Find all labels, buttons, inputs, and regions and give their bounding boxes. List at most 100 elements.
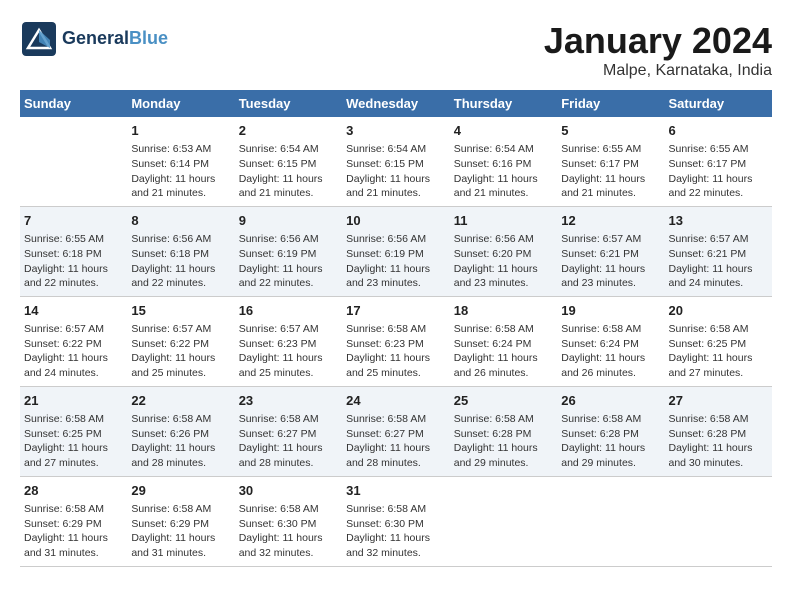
calendar-cell: 9 Sunrise: 6:56 AMSunset: 6:19 PMDaylight… [235,206,342,296]
header-thursday: Thursday [450,90,557,117]
week-row-1: 1Sunrise: 6:53 AMSunset: 6:14 PMDaylight… [20,117,772,206]
day-number: 3 [346,122,446,140]
day-number: 19 [561,302,660,320]
day-number: 29 [131,482,230,500]
calendar-cell: 3 Sunrise: 6:54 AMSunset: 6:15 PMDaylight… [342,117,450,206]
calendar-cell: 10 Sunrise: 6:56 AMSunset: 6:19 PMDayligh… [342,206,450,296]
day-info: Sunrise: 6:58 AMSunset: 6:27 PMDaylight:… [346,412,446,471]
day-info: Sunrise: 6:54 AMSunset: 6:16 PMDaylight:… [454,142,553,201]
day-number: 17 [346,302,446,320]
day-number: 7 [24,212,123,230]
calendar-cell [557,476,664,566]
calendar-cell: 4 Sunrise: 6:54 AMSunset: 6:16 PMDaylight… [450,117,557,206]
day-number: 8 [131,212,230,230]
calendar-cell: 22Sunrise: 6:58 AMSunset: 6:26 PMDayligh… [127,386,234,476]
calendar-cell: 1Sunrise: 6:53 AMSunset: 6:14 PMDaylight… [127,117,234,206]
week-row-2: 7Sunrise: 6:55 AMSunset: 6:18 PMDaylight… [20,206,772,296]
day-number: 10 [346,212,446,230]
day-number: 24 [346,392,446,410]
week-row-4: 21 Sunrise: 6:58 AMSunset: 6:25 PMDayligh… [20,386,772,476]
calendar-cell: 7Sunrise: 6:55 AMSunset: 6:18 PMDaylight… [20,206,127,296]
day-info: Sunrise: 6:58 AMSunset: 6:24 PMDaylight:… [561,322,660,381]
calendar-cell: 24 Sunrise: 6:58 AMSunset: 6:27 PMDayligh… [342,386,450,476]
header-sunday: Sunday [20,90,127,117]
day-info: Sunrise: 6:58 AMSunset: 6:29 PMDaylight:… [131,502,230,561]
calendar-cell: 29 Sunrise: 6:58 AMSunset: 6:29 PMDayligh… [127,476,234,566]
day-number: 12 [561,212,660,230]
month-title: January 2024 [544,20,772,62]
day-number: 11 [454,212,553,230]
location-subtitle: Malpe, Karnataka, India [544,62,772,80]
day-number: 5 [561,122,660,140]
calendar-cell: 16 Sunrise: 6:57 AMSunset: 6:23 PMDayligh… [235,296,342,386]
calendar-cell: 11 Sunrise: 6:56 AMSunset: 6:20 PMDayligh… [450,206,557,296]
day-number: 21 [24,392,123,410]
day-number: 28 [24,482,123,500]
page-header: GeneralBlue January 2024 Malpe, Karnatak… [20,20,772,80]
day-number: 1 [131,122,230,140]
day-info: Sunrise: 6:57 AMSunset: 6:21 PMDaylight:… [669,232,769,291]
calendar-cell [20,117,127,206]
day-info: Sunrise: 6:55 AMSunset: 6:17 PMDaylight:… [669,142,769,201]
header-saturday: Saturday [665,90,773,117]
logo-name: GeneralBlue [62,29,168,49]
day-number: 27 [669,392,769,410]
day-number: 15 [131,302,230,320]
calendar-cell: 23 Sunrise: 6:58 AMSunset: 6:27 PMDayligh… [235,386,342,476]
day-number: 22 [131,392,230,410]
day-info: Sunrise: 6:54 AMSunset: 6:15 PMDaylight:… [239,142,338,201]
calendar-cell: 25 Sunrise: 6:58 AMSunset: 6:28 PMDayligh… [450,386,557,476]
title-block: January 2024 Malpe, Karnataka, India [544,20,772,80]
day-info: Sunrise: 6:58 AMSunset: 6:29 PMDaylight:… [24,502,123,561]
day-info: Sunrise: 6:58 AMSunset: 6:30 PMDaylight:… [239,502,338,561]
day-number: 20 [669,302,769,320]
calendar-cell: 27 Sunrise: 6:58 AMSunset: 6:28 PMDayligh… [665,386,773,476]
calendar-cell: 31Sunrise: 6:58 AMSunset: 6:30 PMDayligh… [342,476,450,566]
day-number: 9 [239,212,338,230]
day-info: Sunrise: 6:58 AMSunset: 6:27 PMDaylight:… [239,412,338,471]
day-info: Sunrise: 6:58 AMSunset: 6:28 PMDaylight:… [454,412,553,471]
header-tuesday: Tuesday [235,90,342,117]
calendar-header-row: SundayMondayTuesdayWednesdayThursdayFrid… [20,90,772,117]
day-info: Sunrise: 6:54 AMSunset: 6:15 PMDaylight:… [346,142,446,201]
day-number: 6 [669,122,769,140]
day-info: Sunrise: 6:56 AMSunset: 6:19 PMDaylight:… [346,232,446,291]
day-number: 30 [239,482,338,500]
calendar-cell: 21 Sunrise: 6:58 AMSunset: 6:25 PMDayligh… [20,386,127,476]
day-info: Sunrise: 6:56 AMSunset: 6:20 PMDaylight:… [454,232,553,291]
calendar-cell: 20 Sunrise: 6:58 AMSunset: 6:25 PMDayligh… [665,296,773,386]
day-info: Sunrise: 6:56 AMSunset: 6:18 PMDaylight:… [131,232,230,291]
day-number: 23 [239,392,338,410]
week-row-5: 28 Sunrise: 6:58 AMSunset: 6:29 PMDayligh… [20,476,772,566]
day-info: Sunrise: 6:58 AMSunset: 6:25 PMDaylight:… [24,412,123,471]
day-info: Sunrise: 6:57 AMSunset: 6:22 PMDaylight:… [131,322,230,381]
logo-icon [20,20,58,58]
day-info: Sunrise: 6:56 AMSunset: 6:19 PMDaylight:… [239,232,338,291]
day-number: 26 [561,392,660,410]
day-number: 4 [454,122,553,140]
day-info: Sunrise: 6:58 AMSunset: 6:25 PMDaylight:… [669,322,769,381]
day-number: 13 [669,212,769,230]
day-number: 16 [239,302,338,320]
day-info: Sunrise: 6:58 AMSunset: 6:24 PMDaylight:… [454,322,553,381]
header-monday: Monday [127,90,234,117]
calendar-cell: 15 Sunrise: 6:57 AMSunset: 6:22 PMDayligh… [127,296,234,386]
calendar-cell: 17Sunrise: 6:58 AMSunset: 6:23 PMDayligh… [342,296,450,386]
calendar-cell: 2Sunrise: 6:54 AMSunset: 6:15 PMDaylight… [235,117,342,206]
calendar-cell: 26Sunrise: 6:58 AMSunset: 6:28 PMDayligh… [557,386,664,476]
calendar-cell: 5Sunrise: 6:55 AMSunset: 6:17 PMDaylight… [557,117,664,206]
logo: GeneralBlue [20,20,168,58]
day-info: Sunrise: 6:57 AMSunset: 6:23 PMDaylight:… [239,322,338,381]
day-info: Sunrise: 6:58 AMSunset: 6:30 PMDaylight:… [346,502,446,561]
day-number: 18 [454,302,553,320]
calendar-cell: 30 Sunrise: 6:58 AMSunset: 6:30 PMDayligh… [235,476,342,566]
calendar-cell: 13 Sunrise: 6:57 AMSunset: 6:21 PMDayligh… [665,206,773,296]
header-friday: Friday [557,90,664,117]
calendar-cell: 18 Sunrise: 6:58 AMSunset: 6:24 PMDayligh… [450,296,557,386]
calendar-cell: 8 Sunrise: 6:56 AMSunset: 6:18 PMDaylight… [127,206,234,296]
calendar-cell [450,476,557,566]
header-wednesday: Wednesday [342,90,450,117]
day-info: Sunrise: 6:58 AMSunset: 6:28 PMDaylight:… [669,412,769,471]
calendar-cell: 19 Sunrise: 6:58 AMSunset: 6:24 PMDayligh… [557,296,664,386]
day-number: 25 [454,392,553,410]
